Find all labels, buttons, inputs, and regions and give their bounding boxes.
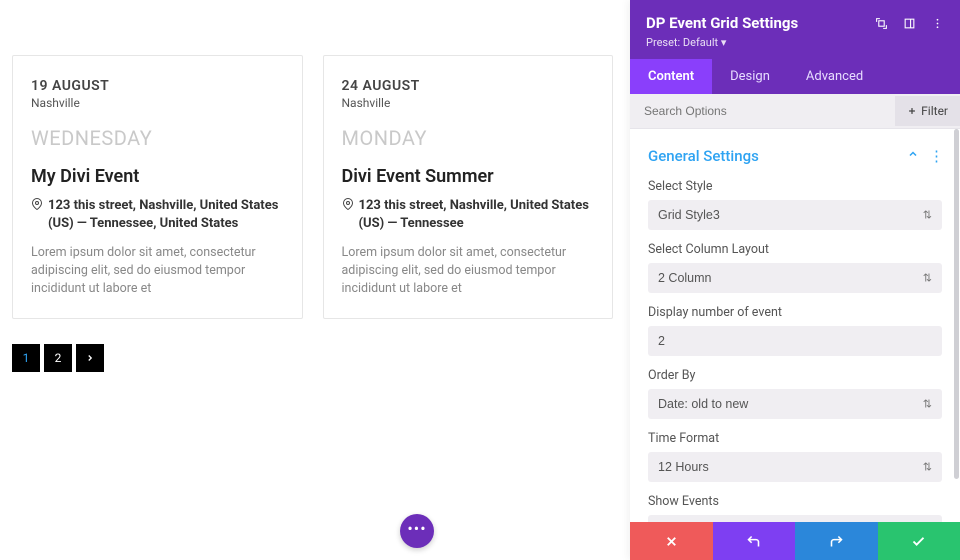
kebab-icon[interactable]	[930, 16, 944, 30]
event-date: 19 AUGUST	[31, 78, 284, 94]
field-time-format: Time Format 12 Hours ⇅	[630, 427, 960, 490]
dots-icon: •••	[407, 519, 426, 538]
event-city: Nashville	[31, 96, 284, 110]
undo-icon	[746, 534, 761, 549]
panel-header: DP Event Grid Settings Preset: Default ▾	[630, 0, 960, 59]
pagination: 1 2	[12, 344, 613, 372]
event-date: 24 AUGUST	[342, 78, 595, 94]
event-dayofweek: WEDNESDAY	[31, 126, 284, 150]
tab-advanced[interactable]: Advanced	[788, 59, 881, 94]
module-actions-fab[interactable]: •••	[400, 514, 434, 548]
event-address: 123 this street, Nashville, United State…	[359, 197, 595, 232]
field-label: Display number of event	[648, 305, 942, 320]
page-1-button[interactable]: 1	[12, 344, 40, 372]
field-label: Select Column Layout	[648, 242, 942, 257]
event-title: Divi Event Summer	[342, 166, 595, 187]
tab-design[interactable]: Design	[712, 59, 788, 94]
field-label: Order By	[648, 368, 942, 383]
field-label: Show Events	[648, 494, 942, 509]
select-style-dropdown[interactable]: Grid Style3	[648, 200, 942, 230]
field-select-style: Select Style Grid Style3 ⇅	[630, 175, 960, 238]
event-address-row: 123 this street, Nashville, United State…	[342, 197, 595, 232]
event-excerpt: Lorem ipsum dolor sit amet, consectetur …	[342, 244, 595, 298]
save-button[interactable]	[878, 522, 960, 560]
section-header: General Settings ⋮	[630, 141, 960, 175]
select-column-dropdown[interactable]: 2 Column	[648, 263, 942, 293]
event-title: My Divi Event	[31, 166, 284, 187]
event-address-row: 123 this street, Nashville, United State…	[31, 197, 284, 232]
page-next-button[interactable]	[76, 344, 104, 372]
redo-icon	[829, 534, 844, 549]
preset-dropdown[interactable]: Preset: Default ▾	[646, 36, 944, 49]
plus-icon	[907, 106, 917, 116]
chevron-right-icon	[85, 353, 95, 363]
scrollbar-thumb[interactable]	[954, 129, 959, 479]
search-input[interactable]	[630, 94, 895, 128]
snap-icon[interactable]	[902, 16, 916, 30]
redo-button[interactable]	[795, 522, 878, 560]
event-dayofweek: MONDAY	[342, 126, 595, 150]
chevron-up-icon	[907, 148, 919, 160]
panel-tabs: Content Design Advanced	[630, 59, 960, 94]
page-2-button[interactable]: 2	[44, 344, 72, 372]
close-icon	[664, 534, 679, 549]
check-icon	[911, 534, 926, 549]
preview-canvas: 19 AUGUST Nashville WEDNESDAY My Divi Ev…	[0, 0, 625, 560]
field-label: Select Style	[648, 179, 942, 194]
search-bar: Filter	[630, 94, 960, 129]
tab-content[interactable]: Content	[630, 59, 712, 94]
field-display-count: Display number of event	[630, 301, 960, 364]
field-order-by: Order By Date: old to new ⇅	[630, 364, 960, 427]
display-count-input[interactable]	[648, 326, 942, 356]
collapse-section-button[interactable]	[907, 148, 919, 164]
panel-footer	[630, 522, 960, 560]
settings-panel: DP Event Grid Settings Preset: Default ▾…	[630, 0, 960, 560]
field-label: Time Format	[648, 431, 942, 446]
show-events-dropdown[interactable]: Default	[648, 515, 942, 522]
event-excerpt: Lorem ipsum dolor sit amet, consectetur …	[31, 244, 284, 298]
expand-icon[interactable]	[874, 16, 888, 30]
map-pin-icon	[342, 198, 354, 210]
section-title[interactable]: General Settings	[648, 147, 759, 165]
panel-title: DP Event Grid Settings	[646, 14, 798, 32]
event-card: 24 AUGUST Nashville MONDAY Divi Event Su…	[323, 55, 614, 319]
undo-button[interactable]	[713, 522, 796, 560]
section-kebab-icon[interactable]: ⋮	[929, 151, 944, 161]
field-select-column: Select Column Layout 2 Column ⇅	[630, 238, 960, 301]
event-grid: 19 AUGUST Nashville WEDNESDAY My Divi Ev…	[12, 55, 613, 319]
filter-label: Filter	[921, 104, 948, 118]
time-format-dropdown[interactable]: 12 Hours	[648, 452, 942, 482]
panel-body[interactable]: General Settings ⋮ Select Style Grid Sty…	[630, 129, 960, 522]
field-show-events: Show Events Default ⇅	[630, 490, 960, 522]
filter-button[interactable]: Filter	[895, 96, 960, 126]
map-pin-icon	[31, 198, 43, 210]
order-by-dropdown[interactable]: Date: old to new	[648, 389, 942, 419]
event-address: 123 this street, Nashville, United State…	[48, 197, 284, 232]
event-city: Nashville	[342, 96, 595, 110]
event-card: 19 AUGUST Nashville WEDNESDAY My Divi Ev…	[12, 55, 303, 319]
cancel-button[interactable]	[630, 522, 713, 560]
